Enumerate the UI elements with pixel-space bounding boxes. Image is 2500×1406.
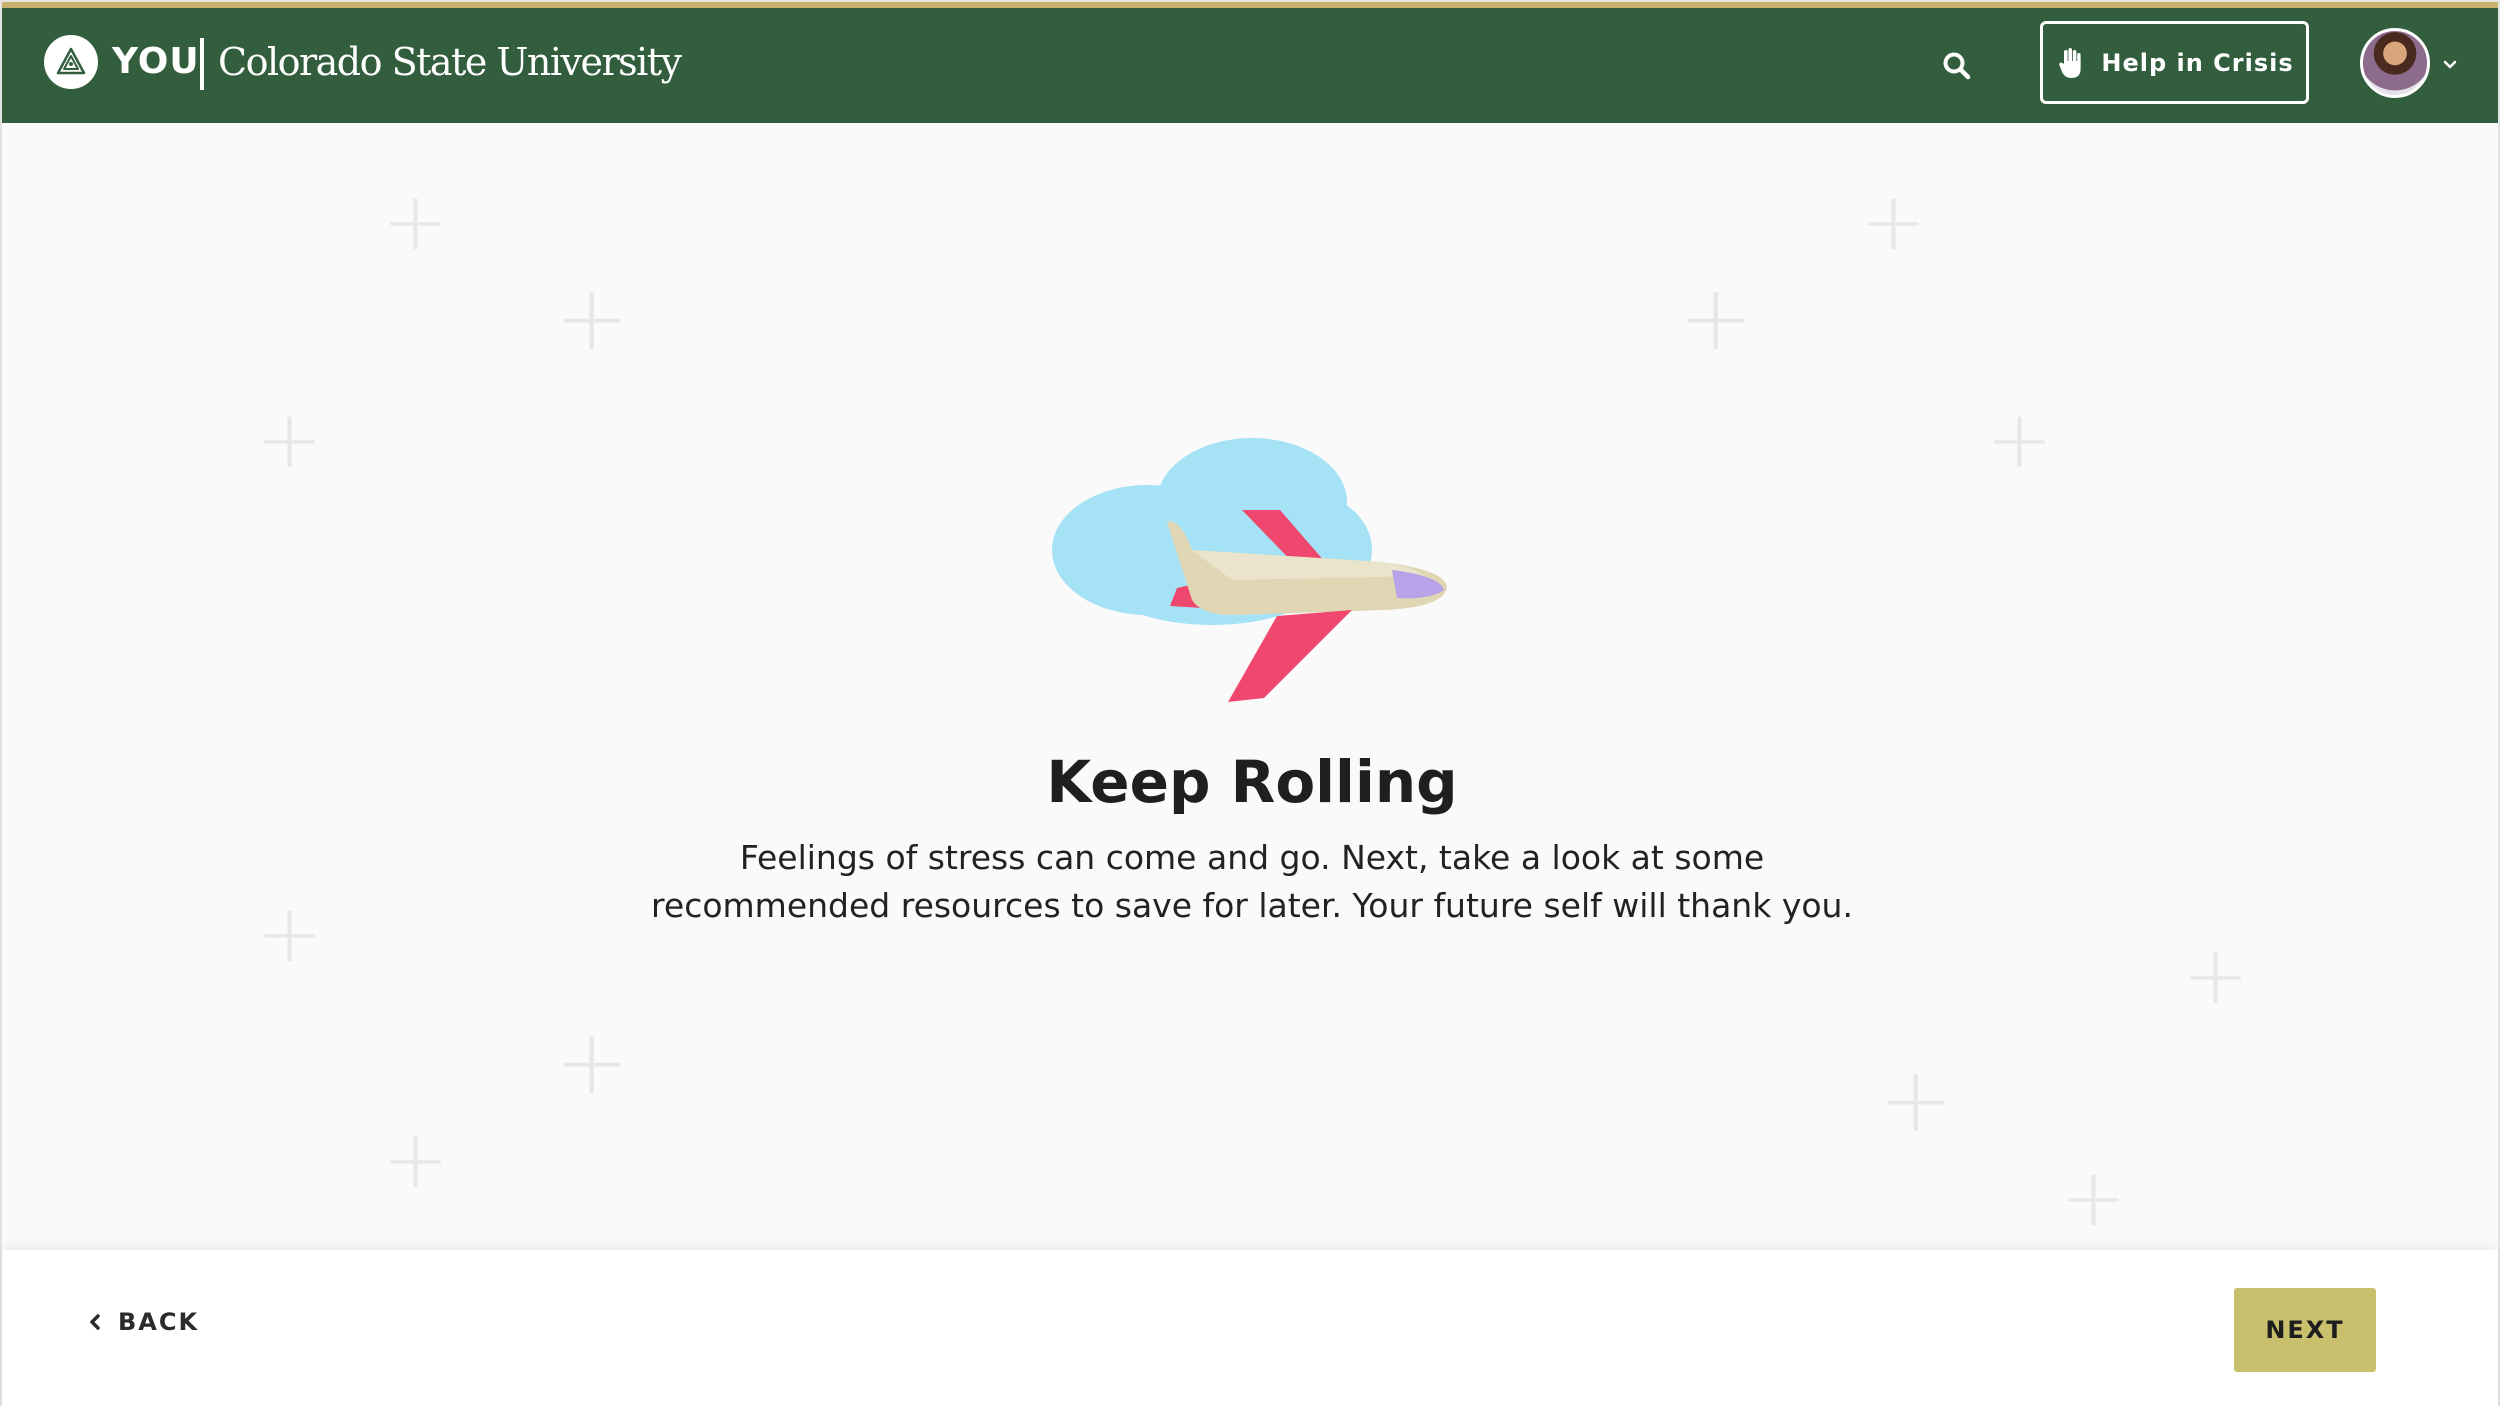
- help-in-crisis-label: Help in Crisis: [2101, 48, 2294, 77]
- decorative-plus: +: [2060, 1151, 2128, 1244]
- brand-school-name: Colorado State University: [218, 40, 682, 84]
- triangle-logo-icon: [56, 47, 86, 75]
- decorative-plus: +: [256, 887, 324, 980]
- user-avatar[interactable]: [2360, 28, 2430, 98]
- page-title: Keep Rolling: [1046, 748, 1458, 816]
- decorative-plus: +: [382, 175, 450, 268]
- decorative-plus: +: [1878, 1048, 1954, 1153]
- top-navigation-bar: YOU Colorado State University Help in Cr…: [2, 8, 2498, 123]
- decorative-plus: +: [256, 393, 324, 486]
- description-line-1: Feelings of stress can come and go. Next…: [739, 838, 1765, 877]
- search-icon: [1943, 52, 1971, 80]
- decorative-plus: +: [554, 1010, 630, 1115]
- next-label: NEXT: [2265, 1316, 2345, 1344]
- decorative-plus: +: [1986, 393, 2054, 486]
- next-button[interactable]: NEXT: [2234, 1288, 2376, 1372]
- page-description: Feelings of stress can come and go. Next…: [622, 834, 1882, 930]
- chevron-down-icon: [2443, 60, 2457, 69]
- decorative-plus: +: [1678, 266, 1754, 371]
- decorative-plus: +: [1860, 175, 1928, 268]
- brand-you-text: YOU: [112, 41, 200, 82]
- raised-hand-icon: [2059, 47, 2081, 78]
- chevron-left-icon: [90, 1314, 100, 1330]
- back-label: BACK: [118, 1308, 200, 1336]
- footer-navigation: BACK NEXT: [2, 1250, 2498, 1406]
- account-menu-toggle[interactable]: [2438, 53, 2462, 77]
- you-logo[interactable]: [44, 35, 98, 89]
- airplane-cloud-illustration: [1052, 438, 1447, 702]
- description-line-2: recommended resources to save for later.…: [651, 886, 1853, 925]
- help-in-crisis-button[interactable]: Help in Crisis: [2040, 21, 2309, 104]
- back-button[interactable]: BACK: [88, 1308, 199, 1336]
- decorative-plus: +: [382, 1113, 450, 1206]
- decorative-plus: +: [554, 266, 630, 371]
- decorative-plus: +: [2182, 929, 2250, 1022]
- brand-divider: [200, 38, 204, 90]
- search-button[interactable]: [1937, 46, 1977, 86]
